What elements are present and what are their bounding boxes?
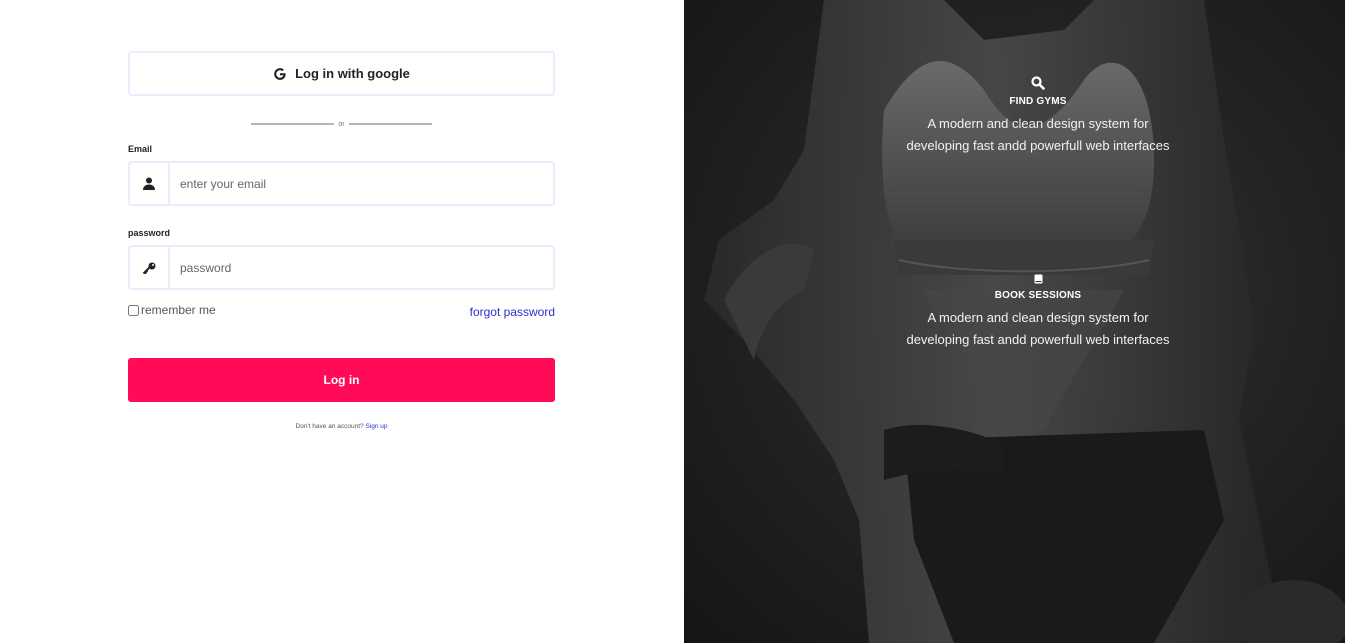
feature-description-line: developing fast andd powerfull web inter… (906, 138, 1170, 153)
book-icon (684, 274, 1345, 284)
search-icon (684, 76, 1345, 90)
divider-line-left (251, 123, 335, 125)
feature-description-line: A modern and clean design system for (927, 310, 1149, 325)
feature-description: A modern and clean design system for dev… (684, 113, 1345, 157)
signup-link[interactable]: Sign up (365, 423, 387, 430)
feature-description-line: A modern and clean design system for (927, 116, 1149, 131)
login-button[interactable]: Log in (128, 358, 555, 402)
password-field[interactable] (170, 247, 553, 288)
divider-text: or (338, 120, 345, 128)
password-label: password (128, 228, 171, 238)
remember-me[interactable]: remember me (128, 303, 216, 317)
remember-me-checkbox[interactable] (128, 304, 139, 316)
password-input-group (128, 245, 555, 290)
login-panel: Log in with google or Email password rem… (0, 0, 684, 643)
feature-description: A modern and clean design system for dev… (684, 307, 1345, 351)
google-login-button[interactable]: Log in with google (128, 51, 555, 96)
forgot-password-link[interactable]: forgot password (470, 305, 555, 319)
feature-title: FIND GYMS (1009, 96, 1067, 107)
email-input-group (128, 161, 555, 206)
no-account-text: Don't have an account? (295, 423, 364, 430)
feature-book-sessions: BOOK SESSIONS A modern and clean design … (684, 274, 1345, 351)
email-field[interactable] (170, 163, 553, 204)
user-icon (130, 163, 170, 204)
signup-prompt: Don't have an account? Sign up (128, 423, 555, 430)
hero-panel: FIND GYMS A modern and clean design syst… (684, 0, 1345, 643)
feature-find-gyms: FIND GYMS A modern and clean design syst… (684, 76, 1345, 157)
key-icon (130, 247, 170, 288)
feature-title: BOOK SESSIONS (994, 290, 1082, 301)
google-login-label: Log in with google (295, 66, 410, 81)
or-divider: or (251, 118, 433, 130)
google-icon (273, 67, 287, 81)
divider-line-right (348, 123, 433, 125)
remember-me-label: remember me (141, 303, 216, 317)
feature-description-line: developing fast andd powerfull web inter… (906, 332, 1170, 347)
email-label: Email (128, 144, 153, 154)
